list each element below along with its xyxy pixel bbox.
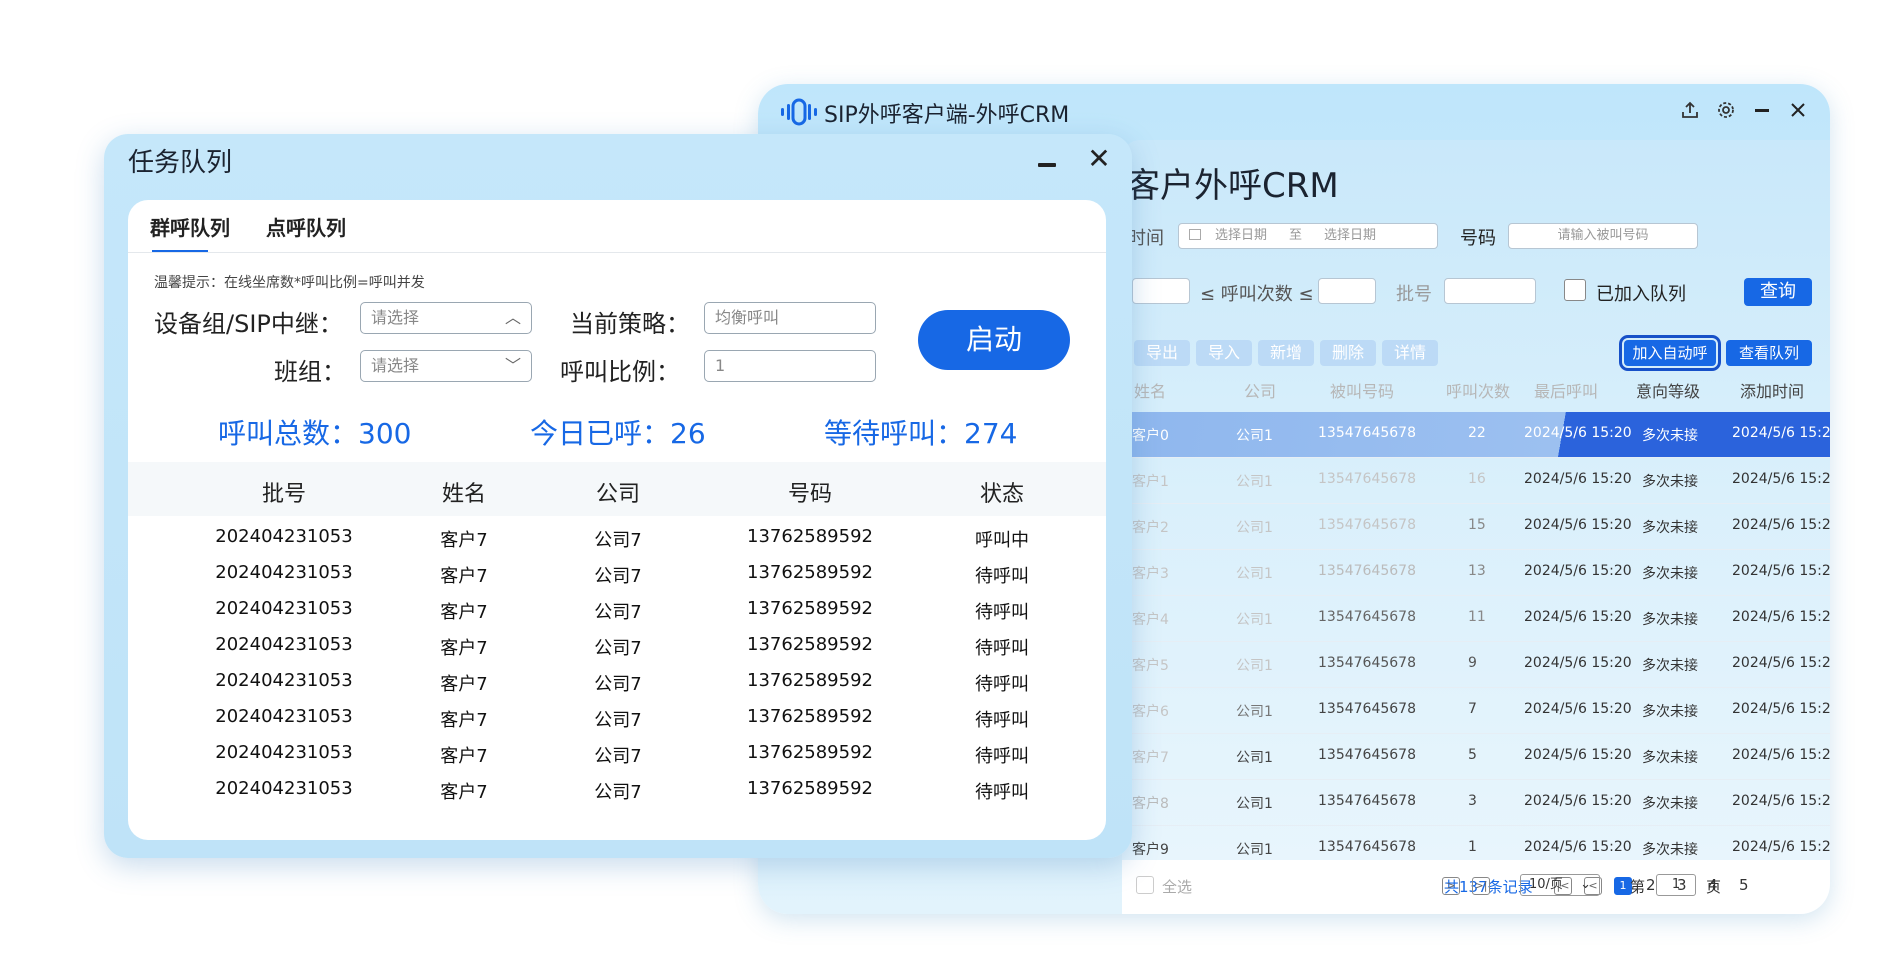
calendar-icon [1189,229,1201,240]
table-row[interactable]: 客户2 公司1 13547645678 15 2024/5/6 15:20 多次… [1122,504,1830,550]
table-row[interactable]: 客户7 公司1 13547645678 5 2024/5/6 15:20 多次未… [1122,734,1830,780]
table-row[interactable]: 客户5 公司1 13547645678 9 2024/5/6 15:20 多次未… [1122,642,1830,688]
close-icon[interactable] [1786,100,1810,124]
col-name: 姓名 [441,482,487,507]
queue-table-header: 批号 姓名 公司 号码 状态 [128,462,1106,516]
col-company: 公司 [1244,382,1277,401]
gear-icon[interactable] [1714,100,1738,124]
tabs-divider [128,252,1106,253]
queued-label: 已加入队列 [1596,284,1686,305]
sound-wave-icon [781,98,817,126]
export-button[interactable]: 导出 [1134,340,1190,366]
tab-point-call-queue[interactable]: 点呼队列 [266,212,346,241]
team-label: 班组： [274,358,346,386]
team-select[interactable]: 请选择 ﹀ [360,350,532,382]
number-input[interactable]: 请输入被叫号码 [1508,223,1698,249]
delete-button[interactable]: 删除 [1320,340,1376,366]
add-auto-call-button[interactable]: 加入自动呼 [1619,335,1721,371]
table-row[interactable]: 202404231053 客户7 公司7 13762589592 待呼叫 [128,772,1106,808]
last-page-icon[interactable]: >| [1472,877,1490,895]
stat-waiting: 等待呼叫：274 [824,417,1018,450]
call-count-min-input[interactable] [1132,278,1190,304]
col-intent-level: 意向等级 [1636,382,1701,401]
stat-today: 今日已呼：26 [530,417,706,450]
app-title: SIP外呼客户端-外呼CRM [824,103,1070,128]
task-queue-window: 任务队列 ✕ 群呼队列 点呼队列 温馨提示：在线坐席数*呼叫比例=呼叫并发 设备… [104,134,1132,858]
batch-input[interactable] [1444,278,1536,304]
view-queue-button[interactable]: 查看队列 [1726,340,1812,366]
call-count-max-input[interactable] [1318,278,1376,304]
crm-table-header: 姓名 公司 被叫号码 呼叫次数 最后呼叫 意向等级 添加时间 [1122,368,1830,408]
col-batch: 批号 [261,482,307,507]
table-row[interactable]: 客户8 公司1 13547645678 3 2024/5/6 15:20 多次未… [1122,780,1830,826]
device-group-select[interactable]: 请选择 ︿ [360,302,532,334]
col-status: 状态 [979,482,1025,507]
table-row[interactable]: 客户3 公司1 13547645678 13 2024/5/6 15:20 多次… [1122,550,1830,596]
goto-prefix: 第 [1630,878,1646,896]
goto-suffix: 页 [1706,878,1722,896]
import-button[interactable]: 导入 [1196,340,1252,366]
page-title: 客户外呼CRM [1126,166,1339,206]
table-row[interactable]: 202404231053 客户7 公司7 13762589592 待呼叫 [128,592,1106,628]
stat-total: 呼叫总数：300 [218,417,412,450]
query-button[interactable]: 查询 [1744,278,1812,306]
table-row[interactable]: 客户0 公司1 13547645678 22 2024/5/6 15:20 多次… [1122,412,1830,458]
col-last-call: 最后呼叫 [1534,382,1599,401]
window-title: 任务队列 [128,148,233,178]
table-row[interactable]: 202404231053 客户7 公司7 13762589592 呼叫中 [128,520,1106,556]
minimize-icon[interactable] [1034,146,1060,176]
page-size-select[interactable]: 10/页 ⌄ [1520,874,1600,896]
add-button[interactable]: 新增 [1258,340,1314,366]
table-row[interactable]: 客户4 公司1 13547645678 11 2024/5/6 15:20 多次… [1122,596,1830,642]
call-count-label: ≤ 呼叫次数 ≤ [1200,284,1314,305]
start-button[interactable]: 启动 [918,310,1070,370]
chevron-down-icon: ⌄ [1580,877,1591,892]
upload-icon[interactable] [1678,100,1702,124]
time-label: 时间 [1128,228,1164,249]
table-row[interactable]: 客户9 公司1 13547645678 1 2024/5/6 15:20 多次未… [1122,826,1830,862]
device-group-label: 设备组/SIP中继： [154,310,343,338]
table-row[interactable]: 202404231053 客户7 公司7 13762589592 待呼叫 [128,664,1106,700]
table-row[interactable]: 202404231053 客户7 公司7 13762589592 待呼叫 [128,628,1106,664]
task-queue-card: 群呼队列 点呼队列 温馨提示：在线坐席数*呼叫比例=呼叫并发 设备组/SIP中继… [128,200,1106,840]
col-name: 姓名 [1134,382,1167,401]
next-page-icon[interactable]: > [1442,877,1460,895]
table-row[interactable]: 客户6 公司1 13547645678 7 2024/5/6 15:20 多次未… [1122,688,1830,734]
crm-titlebar: SIP外呼客户端-外呼CRM [758,84,1830,140]
table-row[interactable]: 202404231053 客户7 公司7 13762589592 待呼叫 [128,700,1106,736]
table-row[interactable]: 202404231053 客户7 公司7 13762589592 待呼叫 [128,736,1106,772]
number-label: 号码 [1460,228,1496,249]
col-count: 呼叫次数 [1446,382,1511,401]
col-phone: 号码 [787,482,833,507]
batch-label: 批号 [1396,284,1432,305]
strategy-input[interactable]: 均衡呼叫 [704,302,876,334]
tab-group-call-queue[interactable]: 群呼队列 [150,212,230,241]
tip-text: 温馨提示：在线坐席数*呼叫比例=呼叫并发 [154,275,425,291]
goto-page-input[interactable]: 1 [1656,874,1696,896]
col-phone: 被叫号码 [1330,382,1395,401]
chevron-down-icon: ﹀ [504,356,521,375]
queued-checkbox[interactable] [1564,279,1586,301]
col-added-time: 添加时间 [1740,382,1805,401]
detail-button[interactable]: 详情 [1382,340,1438,366]
chevron-up-icon: ︿ [504,308,521,327]
ratio-label: 呼叫比例： [560,358,680,386]
table-row[interactable]: 客户1 公司1 13547645678 16 2024/5/6 15:20 多次… [1122,458,1830,504]
date-range-input[interactable]: 选择日期至选择日期 [1178,223,1438,249]
crm-pagination-right: > >| 10/页 ⌄ 第 1 页 [1122,860,1830,914]
col-company: 公司 [595,482,641,507]
table-row[interactable]: 202404231053 客户7 公司7 13762589592 待呼叫 [128,556,1106,592]
strategy-label: 当前策略： [570,310,690,338]
close-icon[interactable]: ✕ [1084,144,1114,174]
ratio-input[interactable]: 1 [704,350,876,382]
minimize-icon[interactable] [1750,100,1774,124]
